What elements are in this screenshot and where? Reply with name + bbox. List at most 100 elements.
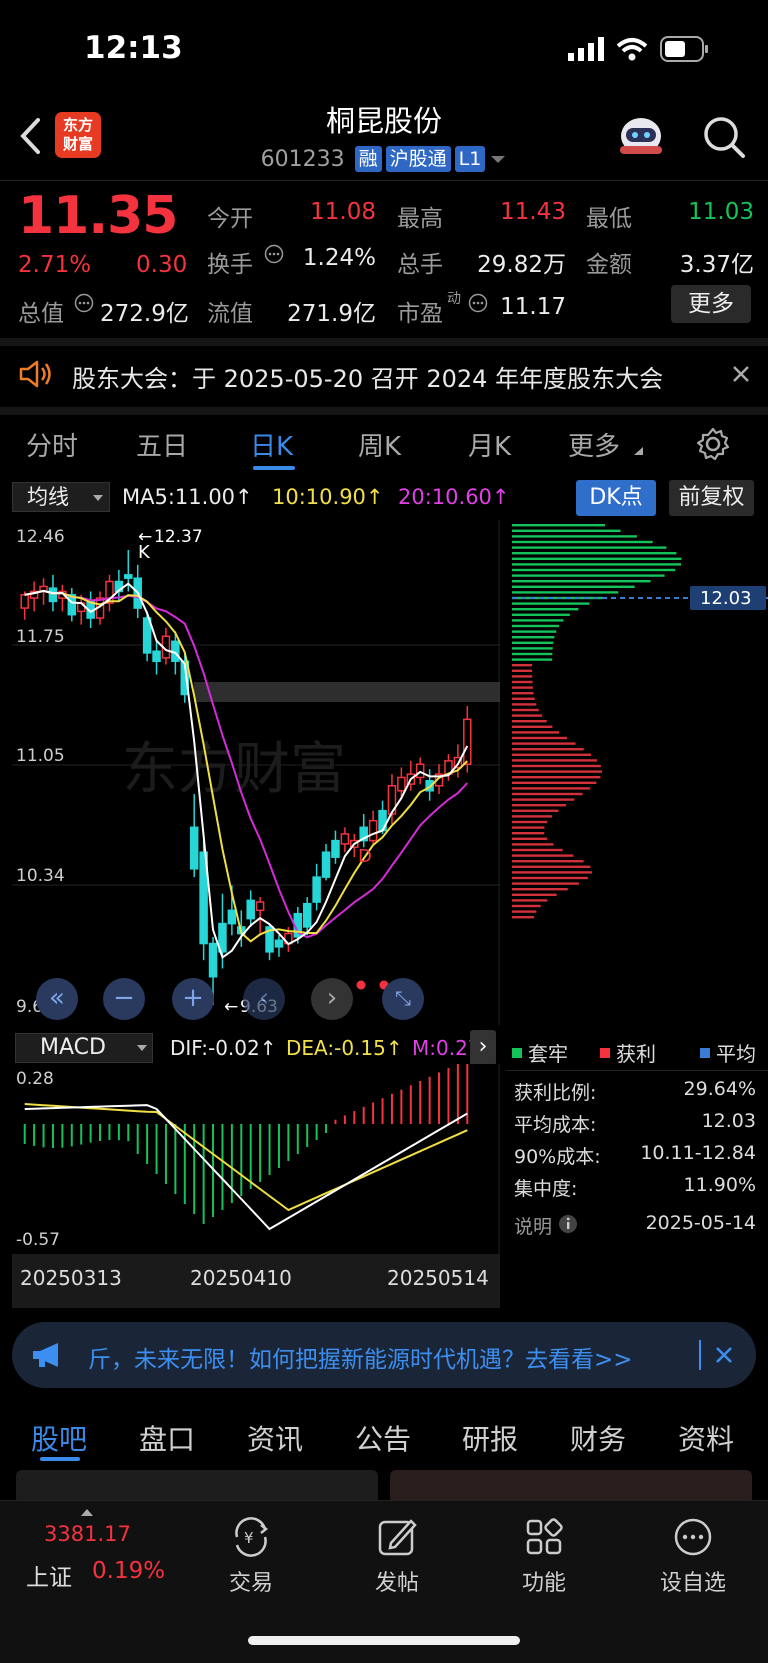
nav-functions[interactable]: 功能 — [489, 1515, 599, 1597]
tab-weekly-k[interactable]: 周K — [358, 426, 401, 463]
field-value-pe: 11.17 — [500, 294, 566, 320]
stat-concentration-value: 11.90% — [683, 1174, 756, 1196]
tab-daily-k[interactable]: 日K — [250, 426, 293, 463]
field-label-pe: 市盈 — [397, 301, 443, 327]
legend-average: 平均 — [700, 1038, 756, 1067]
candle-body — [227, 909, 237, 925]
nav-post-label: 发帖 — [374, 1571, 419, 1596]
tab-forum[interactable]: 股吧 — [31, 1418, 87, 1458]
chevron-down-icon — [93, 495, 103, 501]
info-dots-icon[interactable] — [74, 293, 94, 313]
tab-more[interactable]: 更多 — [568, 426, 620, 463]
chip-bar — [512, 563, 682, 566]
more-fields-button[interactable]: 更多 — [671, 285, 751, 323]
zoom-out-button[interactable]: − — [103, 978, 145, 1020]
chip-bar — [512, 876, 588, 880]
chip-bar — [512, 731, 560, 734]
info-dots-icon[interactable] — [468, 293, 488, 313]
tab-monthly-k[interactable]: 月K — [468, 426, 511, 463]
field-label-high: 最高 — [397, 206, 443, 232]
feed-card[interactable] — [16, 1470, 378, 1504]
tab-profile[interactable]: 资料 — [678, 1418, 734, 1458]
stat-note-label[interactable]: 说明 — [514, 1212, 552, 1239]
low-marker-arrow: ← — [224, 997, 238, 1017]
date-label-start: 20250313 — [20, 1266, 122, 1290]
tab-intraday[interactable]: 分时 — [26, 426, 78, 463]
chip-bar — [512, 619, 564, 622]
nav-trade[interactable]: ¥ 交易 — [196, 1515, 306, 1597]
chip-bar — [512, 882, 579, 885]
section-gap — [0, 407, 768, 415]
next-button[interactable]: › — [311, 978, 353, 1020]
chip-bar — [512, 591, 619, 594]
chip-bar — [512, 871, 592, 874]
field-label-turnover: 换手 — [207, 252, 253, 278]
chip-bar — [512, 736, 568, 740]
field-label-amount: 金额 — [586, 252, 632, 278]
zoom-in-button[interactable]: + — [172, 978, 214, 1020]
macd-next-button[interactable]: › — [470, 1030, 496, 1066]
tab-news[interactable]: 资讯 — [247, 1418, 303, 1458]
close-icon[interactable] — [731, 364, 751, 384]
chip-bar — [512, 792, 583, 796]
field-value-volume: 29.82万 — [477, 252, 566, 278]
nav-functions-label: 功能 — [521, 1571, 566, 1596]
chip-bar — [512, 580, 651, 583]
adjust-mode-button[interactable]: 前复权 — [669, 480, 754, 516]
robot-assistant-icon[interactable] — [616, 112, 666, 160]
chip-bar — [512, 916, 535, 919]
chip-bar — [512, 910, 537, 913]
stock-code: 601233 — [260, 146, 345, 172]
stats-divider — [506, 1070, 768, 1071]
field-label-float-value: 流值 — [207, 301, 253, 327]
chip-bar — [512, 798, 575, 801]
nav-watchlist[interactable]: 设自选 — [638, 1515, 748, 1597]
tag-margin: 融 — [354, 146, 382, 172]
info-dots-icon[interactable] — [264, 244, 284, 264]
candle-body — [274, 939, 284, 948]
index-name[interactable]: 上证 — [26, 1558, 72, 1592]
high-marker: 12.37 — [154, 527, 203, 547]
tab-finance[interactable]: 财务 — [570, 1418, 626, 1458]
d-signal: D — [358, 846, 372, 867]
macd-select-label: MACD — [40, 1035, 106, 1060]
chip-bar — [512, 608, 579, 611]
field-label-total-value: 总值 — [18, 301, 64, 327]
chip-bar — [512, 809, 559, 812]
dk-point-button[interactable]: DK点 — [576, 480, 656, 516]
megaphone-icon — [33, 1343, 58, 1367]
tab-research[interactable]: 研报 — [462, 1418, 518, 1458]
info-icon[interactable] — [558, 1214, 578, 1234]
date-label-mid: 20250410 — [190, 1266, 292, 1290]
candle-body — [189, 826, 199, 870]
candlestick-chart[interactable]: 东方财富 12.46 11.75 11.05 10.34 9.63 ← 12.3… — [12, 520, 500, 1025]
scroll-left-button[interactable]: « — [36, 978, 78, 1020]
k-signal: K — [138, 542, 151, 563]
search-icon[interactable] — [702, 115, 746, 159]
chip-bar — [512, 568, 676, 572]
candle-body — [20, 594, 29, 609]
index-change[interactable]: 0.19% — [92, 1558, 165, 1584]
chevron-down-icon — [137, 1045, 147, 1051]
tab-announcements[interactable]: 公告 — [355, 1418, 411, 1458]
notice-text[interactable]: 股东大会：于 2025-05-20 召开 2024 年年度股东大会 — [72, 359, 663, 394]
y-label-4: 10.34 — [16, 866, 65, 886]
nav-post[interactable]: 发帖 — [342, 1515, 452, 1597]
chip-bar — [512, 826, 545, 829]
more-circle-icon — [674, 1518, 712, 1556]
promo-banner-text[interactable]: 斤，未来无限！如何把握新能源时代机遇？去看看>> — [88, 1340, 633, 1374]
macd-select[interactable]: MACD — [15, 1033, 153, 1063]
chip-bar — [512, 832, 545, 835]
index-value[interactable]: 3381.17 — [44, 1522, 131, 1546]
settings-gear-icon[interactable] — [695, 426, 731, 462]
tab-orderbook[interactable]: 盘口 — [139, 1418, 195, 1458]
chip-bar — [512, 865, 591, 868]
chip-bar — [512, 764, 601, 768]
chip-bar — [512, 602, 590, 605]
prev-button[interactable]: ‹ — [243, 978, 285, 1020]
fullscreen-button[interactable]: ⤡ — [382, 978, 424, 1020]
candle-body — [152, 650, 161, 662]
feed-card[interactable] — [390, 1470, 752, 1504]
tab-five-day[interactable]: 五日 — [136, 426, 188, 463]
close-icon[interactable] — [714, 1345, 734, 1365]
